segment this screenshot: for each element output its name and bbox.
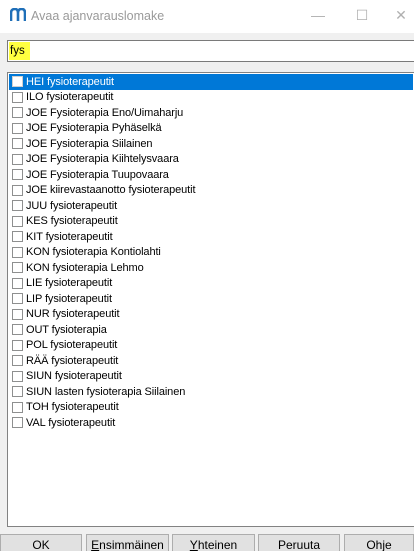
list-item-label: JOE Fysioterapia Pyhäselkä: [26, 122, 162, 135]
list-item[interactable]: JOE kiirevastaanotto fysioterapeutit: [9, 183, 413, 199]
list-item-label: OUT fysioterapia: [26, 323, 107, 336]
checkbox[interactable]: [12, 277, 23, 289]
first-button[interactable]: Ensimmäinen: [86, 534, 169, 551]
checkbox[interactable]: [12, 91, 23, 103]
checkbox[interactable]: [12, 138, 23, 150]
list-item-label: LIP fysioterapeutit: [26, 292, 112, 305]
maximize-icon: ☐: [355, 6, 369, 23]
list-item-label: KES fysioterapeutit: [26, 215, 118, 228]
list-item[interactable]: SIUN fysioterapeutit: [9, 369, 413, 385]
list-item[interactable]: TOH fysioterapeutit: [9, 400, 413, 416]
list-item[interactable]: POL fysioterapeutit: [9, 338, 413, 354]
minimize-icon: —: [311, 7, 325, 23]
list-item[interactable]: HEI fysioterapeutit: [9, 74, 413, 90]
list-item[interactable]: NUR fysioterapeutit: [9, 307, 413, 323]
list-item-label: VAL fysioterapeutit: [26, 416, 116, 429]
list-item-label: JOE Fysioterapia Kiihtelysvaara: [26, 153, 179, 166]
list-item-label: JOE Fysioterapia Siilainen: [26, 137, 153, 150]
checkbox[interactable]: [12, 417, 23, 429]
list-item[interactable]: KON fysioterapia Lehmo: [9, 260, 413, 276]
list-item[interactable]: JOE Fysioterapia Siilainen: [9, 136, 413, 152]
checkbox[interactable]: [12, 401, 23, 413]
list-item-label: SIUN fysioterapeutit: [26, 370, 122, 383]
window-title: Avaa ajanvarauslomake: [31, 9, 165, 23]
cancel-button[interactable]: Peruuta: [258, 534, 340, 551]
list-item-label: LIE fysioterapeutit: [26, 277, 113, 290]
checkbox[interactable]: [12, 262, 23, 274]
close-button[interactable]: ✕: [386, 0, 414, 30]
list-item-label: JOE kiirevastaanotto fysioterapeutit: [26, 184, 196, 197]
common-button[interactable]: Yhteinen: [172, 534, 255, 551]
list-item-label: KON fysioterapia Lehmo: [26, 261, 144, 274]
checkbox[interactable]: [12, 355, 23, 367]
unit-listbox[interactable]: HEI fysioterapeutit ILO fysioterapeutit JO…: [7, 72, 414, 527]
list-item[interactable]: ILO fysioterapeutit: [9, 90, 413, 106]
common-button-label: Yhteinen: [189, 538, 238, 551]
help-button-label: Ohje: [366, 538, 392, 551]
checkbox[interactable]: [12, 122, 23, 134]
checkbox[interactable]: [12, 76, 23, 88]
dialog-window: Avaa ajanvarauslomake — ☐ ✕ HEI fysioter…: [0, 0, 414, 551]
list-item-label: SIUN lasten fysioterapia Siilainen: [26, 385, 186, 398]
close-icon: ✕: [395, 6, 407, 23]
list-item-label: ILO fysioterapeutit: [26, 91, 114, 104]
list-item[interactable]: RÄÄ fysioterapeutit: [9, 353, 413, 369]
checkbox[interactable]: [12, 370, 23, 382]
maximize-button[interactable]: ☐: [342, 0, 382, 30]
checkbox[interactable]: [12, 386, 23, 398]
list-item-label: TOH fysioterapeutit: [26, 401, 119, 414]
list-item[interactable]: JOE Fysioterapia Pyhäselkä: [9, 121, 413, 137]
checkbox[interactable]: [12, 215, 23, 227]
list-item[interactable]: JUU fysioterapeutit: [9, 198, 413, 214]
list-item[interactable]: VAL fysioterapeutit: [9, 415, 413, 431]
checkbox[interactable]: [12, 293, 23, 305]
list-item-label: KIT fysioterapeutit: [26, 230, 113, 243]
minimize-button[interactable]: —: [298, 0, 338, 30]
list-item-label: JOE Fysioterapia Tuupovaara: [26, 168, 169, 181]
list-item-label: NUR fysioterapeutit: [26, 308, 120, 321]
checkbox[interactable]: [12, 107, 23, 119]
checkbox[interactable]: [12, 231, 23, 243]
list-item-label: JOE Fysioterapia Eno/Uimaharju: [26, 106, 184, 119]
list-item[interactable]: JOE Fysioterapia Tuupovaara: [9, 167, 413, 183]
checkbox[interactable]: [12, 246, 23, 258]
list-item[interactable]: KON fysioterapia Kontiolahti: [9, 245, 413, 261]
list-item-label: HEI fysioterapeutit: [26, 75, 114, 88]
first-button-label: Ensimmäinen: [91, 538, 164, 551]
list-item[interactable]: SIUN lasten fysioterapia Siilainen: [9, 384, 413, 400]
list-item[interactable]: OUT fysioterapia: [9, 322, 413, 338]
ok-button[interactable]: OK: [0, 534, 82, 551]
search-field[interactable]: [7, 40, 414, 62]
list-item-label: RÄÄ fysioterapeutit: [26, 354, 119, 367]
list-item[interactable]: JOE Fysioterapia Eno/Uimaharju: [9, 105, 413, 121]
list-item[interactable]: KIT fysioterapeutit: [9, 229, 413, 245]
list-item[interactable]: JOE Fysioterapia Kiihtelysvaara: [9, 152, 413, 168]
list-item[interactable]: LIP fysioterapeutit: [9, 291, 413, 307]
m-logo-icon: [10, 8, 26, 21]
checkbox[interactable]: [12, 324, 23, 336]
ok-button-label: OK: [32, 538, 50, 551]
list-item-label: KON fysioterapia Kontiolahti: [26, 246, 161, 259]
checkbox[interactable]: [12, 308, 23, 320]
checkbox[interactable]: [12, 184, 23, 196]
checkbox[interactable]: [12, 200, 23, 212]
list-item[interactable]: KES fysioterapeutit: [9, 214, 413, 230]
list-item-label: POL fysioterapeutit: [26, 339, 118, 352]
list-item[interactable]: LIE fysioterapeutit: [9, 276, 413, 292]
title-bar[interactable]: Avaa ajanvarauslomake — ☐ ✕: [0, 0, 414, 33]
checkbox[interactable]: [12, 153, 23, 165]
list-item-label: JUU fysioterapeutit: [26, 199, 118, 212]
cancel-button-label: Peruuta: [277, 538, 321, 551]
checkbox[interactable]: [12, 339, 23, 351]
search-input[interactable]: [9, 42, 310, 60]
checkbox[interactable]: [12, 169, 23, 181]
help-button[interactable]: Ohje: [344, 534, 414, 551]
